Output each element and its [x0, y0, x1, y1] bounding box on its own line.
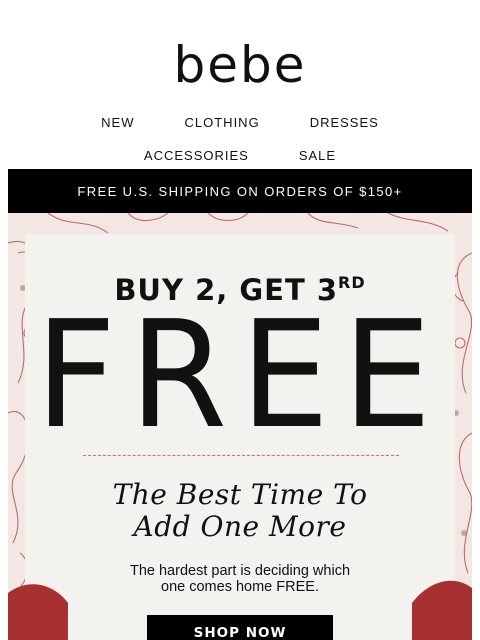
red-garment-left	[8, 584, 68, 640]
nav-item-dresses[interactable]: DRESSES	[310, 115, 379, 130]
free-big-word: FREE	[35, 289, 445, 461]
nav-item-clothing[interactable]: CLOTHING	[185, 115, 260, 130]
brand-logo[interactable]: bebe	[0, 36, 480, 94]
promo-body-line-2: one comes home FREE.	[161, 579, 319, 595]
nav-item-new[interactable]: NEW	[101, 115, 134, 130]
shop-now-button[interactable]: SHOP NOW	[147, 615, 333, 640]
promo-body-line-1: The hardest part is deciding which	[129, 563, 351, 579]
dashed-divider	[83, 455, 399, 456]
main-nav-row-1: NEW CLOTHING DRESSES	[0, 115, 480, 130]
shipping-promo-text: FREE U.S. SHIPPING ON ORDERS OF $150+	[77, 183, 403, 199]
nav-item-sale[interactable]: SALE	[299, 148, 336, 163]
logo-text: bebe	[173, 36, 307, 94]
promo-body-text: The hardest part is deciding which one c…	[8, 563, 472, 595]
script-tagline-line-2: Add One More	[133, 510, 347, 543]
script-tagline-line-1: The Best Time To	[112, 478, 368, 511]
hero-banner[interactable]: BUY 2, GET 3RD FREE The Best Time To Add…	[8, 213, 472, 640]
shipping-promo-bar[interactable]: FREE U.S. SHIPPING ON ORDERS OF $150+	[8, 169, 472, 213]
main-nav-row-2: ACCESSORIES SALE	[0, 148, 480, 163]
red-garment-right	[412, 580, 472, 640]
nav-item-accessories[interactable]: ACCESSORIES	[144, 148, 249, 163]
